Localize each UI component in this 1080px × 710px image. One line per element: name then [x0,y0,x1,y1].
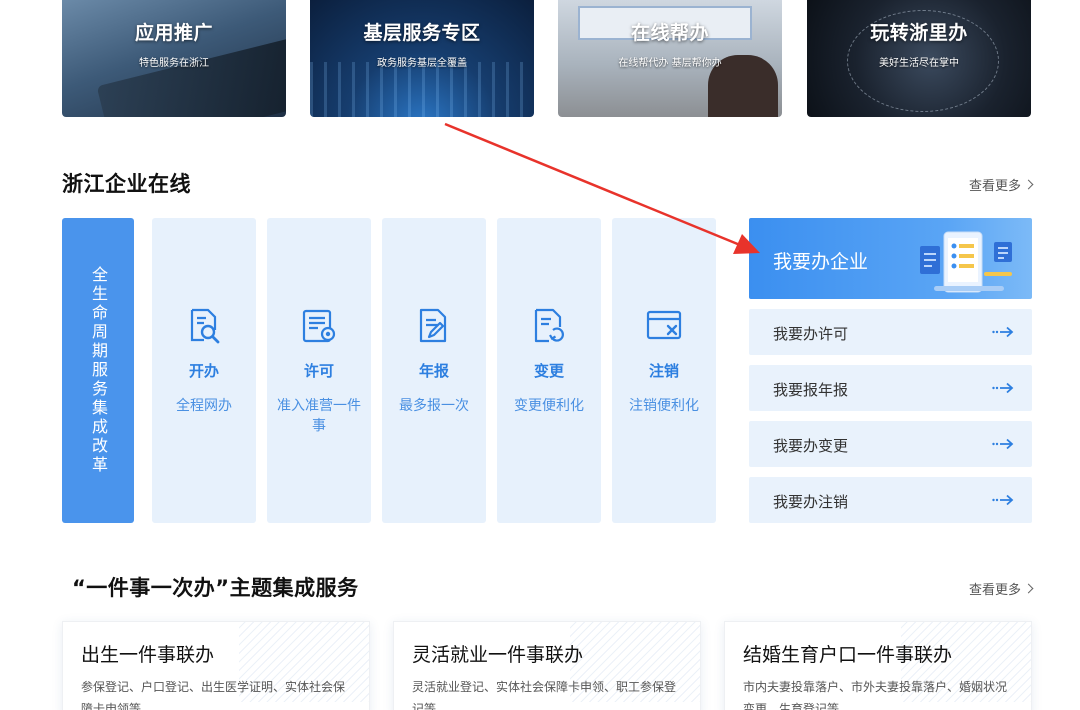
document-edit-icon [419,308,447,343]
service-card-desc: 参保登记、户口登记、出生医学证明、实体社会保障卡申领等 [81,680,346,710]
banner-subtitle: 美好生活尽在掌中 [879,58,959,69]
certificate-icon [302,309,336,343]
theme-more-link[interactable]: 查看更多 [968,579,1034,598]
stage-tile-permit[interactable]: 许可 准入准营一件事 [267,218,371,523]
banner-title: 基层服务专区 [363,22,481,44]
arrow-right-icon [992,326,1014,338]
banner-subtitle: 特色服务在浙江 [139,58,209,69]
document-refresh-icon [534,308,564,343]
service-card-marriage-household[interactable]: 结婚生育户口一件事联办 市内夫妻投靠落户、市外夫妻投靠落户、婚姻状况变更、生育登… [724,621,1032,710]
banner-grassroots-services[interactable]: 基层服务专区 政务服务基层全覆盖 [310,0,534,117]
service-card-desc: 市内夫妻投靠落户、市外夫妻投靠落户、婚姻状况变更、生育登记等 [743,680,1008,710]
stage-label: 变更 [533,362,564,380]
more-link-label: 查看更多 [968,583,1021,598]
stage-label: 年报 [418,362,449,380]
stage-tile-open[interactable]: 开办 全程网办 [152,218,256,523]
document-search-icon [190,308,220,344]
change-action-button[interactable]: 我要办变更 [749,421,1032,467]
action-label: 我要办变更 [773,437,849,455]
window-close-icon [646,310,682,340]
service-card-title: 灵活就业一件事联办 [412,644,584,666]
banner-online-assistance[interactable]: 在线帮办 在线帮代办 基层帮你办 [558,0,782,117]
service-card-title: 结婚生育户口一件事联办 [743,644,953,666]
stage-label: 注销 [648,362,679,380]
stage-label: 开办 [188,362,219,380]
arrow-right-icon [992,438,1014,450]
enterprise-section-title: 浙江企业在线 [62,172,191,196]
banner-title: 应用推广 [134,22,213,44]
banner-title: 玩转浙里办 [870,22,968,44]
arrow-right-icon [992,494,1014,506]
arrow-right-icon [992,382,1014,394]
banner-subtitle: 政务服务基层全覆盖 [377,58,467,69]
start-business-label: 我要办企业 [773,251,869,273]
theme-section-title: “一件事一次办”主题集成服务 [72,576,359,600]
stage-label: 许可 [303,362,334,380]
stage-desc: 最多报一次 [399,398,469,414]
enterprise-more-link[interactable]: 查看更多 [968,175,1034,194]
stage-desc: 全程网办 [176,398,232,414]
stage-tile-change[interactable]: 变更 变更便利化 [497,218,601,523]
banner-app-promotion[interactable]: 应用推广 特色服务在浙江 [62,0,286,117]
stage-desc: 变更便利化 [514,398,584,414]
phone-checklist-icon [920,231,1012,293]
service-card-flexible-employment[interactable]: 灵活就业一件事联办 灵活就业登记、实体社会保障卡申领、职工参保登记等 [393,621,701,710]
service-card-title: 出生一件事联办 [81,644,215,666]
permit-action-button[interactable]: 我要办许可 [749,309,1032,355]
start-business-button[interactable]: 我要办企业 [749,218,1032,299]
lifecycle-panel: 全生命周期服务集成改革 [62,218,134,523]
stage-desc: 准入准营一件事 [277,398,361,434]
stage-tile-cancel[interactable]: 注销 注销便利化 [612,218,716,523]
banner-subtitle: 在线帮代办 基层帮你办 [618,58,722,69]
banner-zheliban[interactable]: 玩转浙里办 美好生活尽在掌中 [807,0,1031,117]
action-label: 我要办注销 [773,493,849,511]
chevron-right-icon [1023,179,1034,190]
annual-report-action-button[interactable]: 我要报年报 [749,365,1032,411]
service-card-birth[interactable]: 出生一件事联办 参保登记、户口登记、出生医学证明、实体社会保障卡申领等 [62,621,370,710]
lifecycle-label: 全生命周期服务集成改革 [89,266,108,475]
action-label: 我要报年报 [773,381,849,399]
service-card-desc: 灵活就业登记、实体社会保障卡申领、职工参保登记等 [412,680,677,710]
cancel-action-button[interactable]: 我要办注销 [749,477,1032,523]
banner-title: 在线帮办 [630,22,709,44]
more-link-label: 查看更多 [968,179,1021,194]
stage-tile-annual-report[interactable]: 年报 最多报一次 [382,218,486,523]
stage-desc: 注销便利化 [629,398,699,414]
action-label: 我要办许可 [773,325,849,343]
chevron-right-icon [1023,583,1034,594]
